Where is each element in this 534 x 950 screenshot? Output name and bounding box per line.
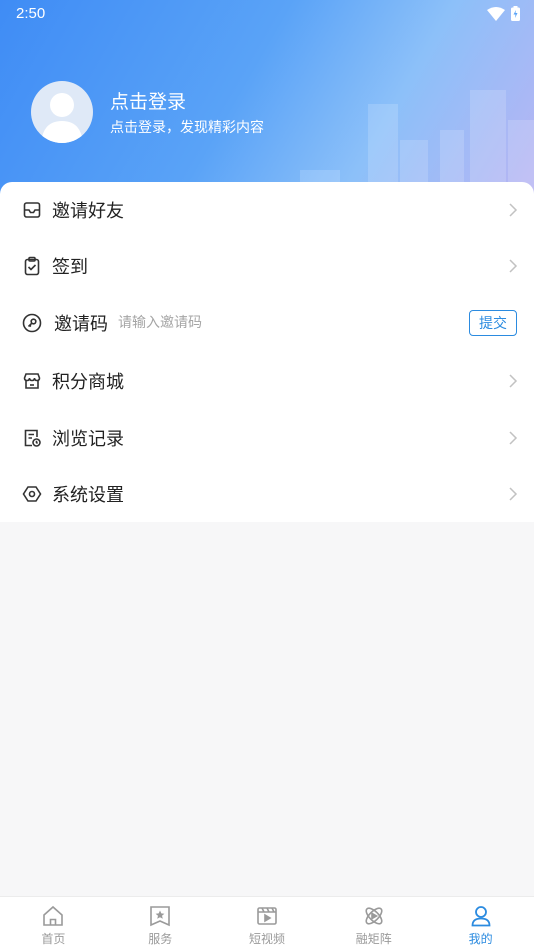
menu-item-invite-friends[interactable]: 邀请好友 — [0, 182, 534, 238]
wifi-icon — [487, 6, 505, 21]
default-avatar-icon — [41, 93, 83, 143]
store-icon — [22, 371, 42, 391]
menu-label: 浏览记录 — [52, 429, 124, 450]
menu-label: 积分商城 — [52, 372, 124, 393]
tab-mine[interactable]: 我的 — [427, 897, 534, 950]
invite-code-input[interactable] — [118, 308, 448, 338]
menu-label: 邀请码 — [54, 314, 108, 335]
menu-item-sign-in[interactable]: 签到 — [0, 238, 534, 294]
battery-icon — [511, 6, 520, 21]
menu-card: 邀请好友 签到 邀请码 提交 积分商城 浏览记录 系统设置 — [0, 182, 534, 522]
settings-hexagon-icon — [22, 484, 42, 504]
login-title[interactable]: 点击登录 — [110, 87, 186, 114]
bottom-tab-bar: 首页 服务 短视频 融矩阵 我的 — [0, 896, 534, 950]
home-icon — [43, 905, 64, 926]
menu-label: 邀请好友 — [52, 201, 124, 222]
submit-button[interactable]: 提交 — [469, 310, 517, 336]
matrix-orbit-icon — [365, 907, 383, 925]
user-icon — [471, 906, 490, 927]
chevron-right-icon — [509, 374, 518, 388]
profile-header: 2:50 点击登录 点击登录，发现精彩内容 — [0, 0, 534, 200]
menu-item-history[interactable]: 浏览记录 — [0, 410, 534, 466]
tab-home[interactable]: 首页 — [0, 897, 107, 950]
service-star-icon — [150, 906, 170, 927]
tab-label: 融矩阵 — [355, 932, 392, 946]
tab-label: 我的 — [468, 932, 493, 946]
chevron-right-icon — [509, 203, 518, 217]
tab-matrix[interactable]: 融矩阵 — [320, 897, 427, 950]
menu-item-points-mall[interactable]: 积分商城 — [0, 353, 534, 409]
login-subtitle: 点击登录，发现精彩内容 — [110, 120, 264, 136]
chevron-right-icon — [509, 487, 518, 501]
menu-item-invite-code: 邀请码 提交 — [0, 295, 534, 351]
menu-label: 签到 — [52, 257, 88, 278]
menu-item-settings[interactable]: 系统设置 — [0, 466, 534, 522]
chevron-right-icon — [509, 431, 518, 445]
key-circle-icon — [22, 313, 42, 333]
tab-label: 服务 — [148, 932, 173, 946]
tab-short-video[interactable]: 短视频 — [214, 897, 321, 950]
inbox-icon — [22, 200, 42, 220]
status-bar: 2:50 — [0, 0, 534, 28]
tab-service[interactable]: 服务 — [107, 897, 214, 950]
avatar[interactable] — [31, 81, 93, 143]
menu-label: 系统设置 — [52, 485, 124, 506]
document-clock-icon — [22, 428, 42, 448]
video-clapper-icon — [257, 907, 277, 925]
clipboard-check-icon — [22, 256, 42, 276]
status-time: 2:50 — [16, 5, 46, 22]
tab-label: 首页 — [41, 932, 66, 946]
chevron-right-icon — [509, 259, 518, 273]
tab-label: 短视频 — [248, 932, 285, 946]
